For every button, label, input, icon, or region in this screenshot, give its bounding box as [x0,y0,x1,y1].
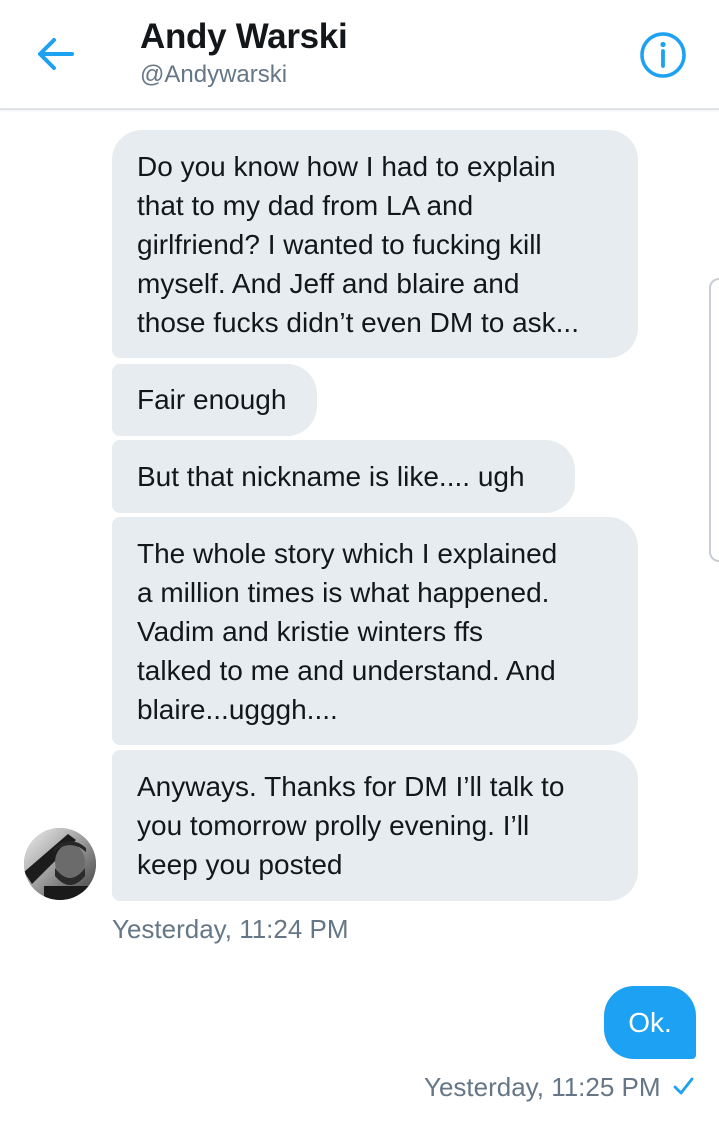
received-message-bubble[interactable]: Anyways. Thanks for DM I’ll talk to you … [112,750,638,901]
received-message-bubble[interactable]: The whole story which I explained a mill… [112,517,638,745]
checkmark-icon [673,1077,694,1095]
contact-handle: @Andywarski [140,61,288,88]
received-timestamp: Yesterday, 11:24 PM [112,914,349,944]
sent-timestamp: Yesterday, 11:25 PM [424,1072,661,1102]
back-button[interactable] [30,30,82,78]
contact-name: Andy Warski [140,17,348,56]
received-message-bubble[interactable]: Do you know how I had to explain that to… [112,130,638,358]
arrow-left-icon [38,38,74,70]
conversation-header: Andy Warski @Andywarski [0,0,719,110]
profile-title[interactable]: Andy Warski @Andywarski [140,16,348,90]
avatar-image [24,828,96,900]
avatar[interactable] [24,828,96,900]
received-message-bubble[interactable]: But that nickname is like.... ugh [112,440,575,513]
info-button[interactable] [638,30,688,80]
sent-message-bubble[interactable]: Ok. [604,986,696,1059]
info-icon [640,32,686,78]
scroll-edge-indicator [709,278,719,562]
received-message-bubble[interactable]: Fair enough [112,364,317,436]
